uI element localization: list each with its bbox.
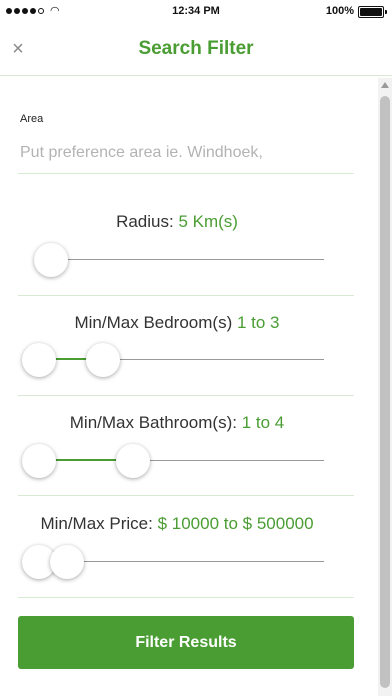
price-label: Min/Max Price: (40, 514, 158, 533)
bathroom-title: Min/Max Bathroom(s): 1 to 4 (0, 413, 354, 433)
radius-slider-thumb[interactable] (34, 243, 68, 277)
area-label: Area (20, 113, 44, 125)
radius-label: Radius: (116, 212, 179, 231)
divider (18, 495, 354, 496)
bedroom-value: 1 to 3 (236, 313, 280, 332)
bathroom-value: 1 to 4 (241, 413, 285, 432)
bathroom-label: Min/Max Bathroom(s): (69, 413, 242, 432)
battery-icon (358, 6, 387, 18)
bathroom-slider-max-thumb[interactable] (116, 444, 150, 478)
scroll-up-arrow-icon[interactable] (381, 82, 389, 88)
bedroom-label: Min/Max Bedroom(s) (74, 313, 237, 332)
bedroom-title: Min/Max Bedroom(s) 1 to 3 (0, 313, 354, 333)
navigation-bar: × Search Filter (0, 24, 392, 76)
bedroom-slider-min-thumb[interactable] (22, 343, 56, 377)
divider (18, 597, 354, 598)
price-value: $ 10000 to $ 500000 (157, 514, 314, 533)
divider (18, 395, 354, 396)
radius-value: 5 Km(s) (178, 212, 238, 231)
radius-slider-track[interactable] (38, 259, 324, 260)
area-input[interactable] (18, 140, 354, 174)
divider (18, 295, 354, 296)
page-title: Search Filter (138, 38, 254, 59)
battery-percent: 100% (325, 5, 354, 17)
scrollbar-thumb[interactable] (380, 96, 390, 688)
bedroom-slider-max-thumb[interactable] (86, 343, 120, 377)
filter-results-button[interactable]: Filter Results (18, 616, 354, 669)
price-slider-max-thumb[interactable] (50, 545, 84, 579)
status-bar: ◠ 12:34 PM 100% (0, 0, 392, 24)
price-title: Min/Max Price: $ 10000 to $ 500000 (0, 514, 354, 534)
radius-title: Radius: 5 Km(s) (0, 212, 354, 232)
bathroom-slider-min-thumb[interactable] (22, 444, 56, 478)
